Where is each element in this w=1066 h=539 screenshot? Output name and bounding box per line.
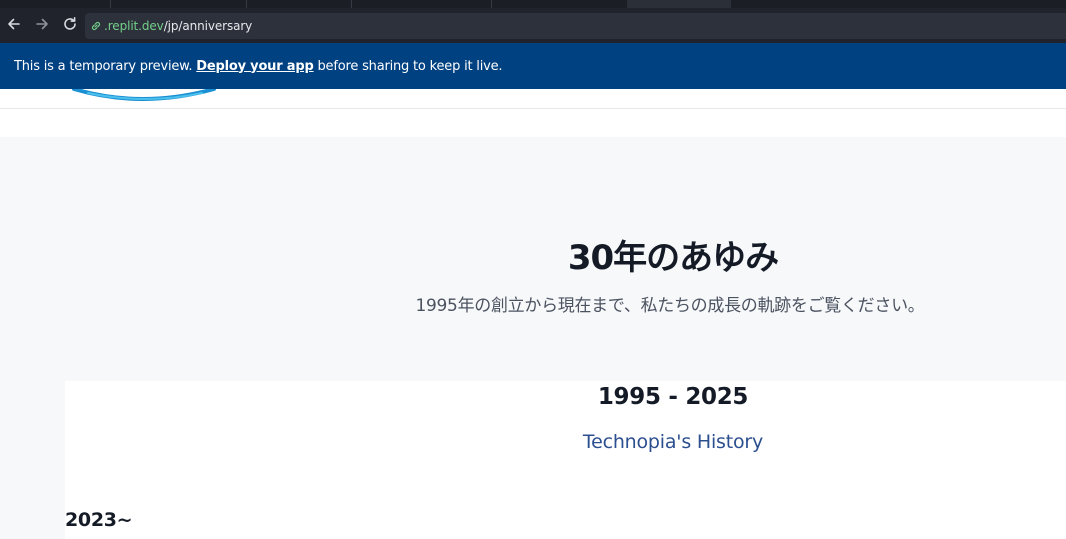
browser-tab[interactable] <box>0 0 111 8</box>
page-subtitle: 1995年の創立から現在まで、私たちの成長の軌跡をご覧ください。 <box>415 296 925 316</box>
reload-icon <box>62 16 78 37</box>
browser-tab-active[interactable] <box>627 0 731 8</box>
forward-button[interactable] <box>31 15 53 37</box>
link-icon <box>90 20 102 32</box>
site-header <box>0 89 1066 109</box>
browser-toolbar: .replit.dev/jp/anniversary <box>0 8 1066 43</box>
back-arrow-icon <box>7 17 21 36</box>
url-path: /jp/anniversary <box>163 19 253 33</box>
deploy-app-link[interactable]: Deploy your app <box>196 59 313 74</box>
back-button[interactable] <box>3 15 25 37</box>
reload-button[interactable] <box>59 15 81 37</box>
history-subtitle: Technopia's History <box>582 431 764 453</box>
preview-banner: This is a temporary preview. Deploy your… <box>0 43 1066 89</box>
browser-tab[interactable] <box>491 0 628 8</box>
banner-message: This is a temporary preview. Deploy your… <box>14 58 503 74</box>
timeline-era-label: 2023~ <box>65 509 133 531</box>
browser-tab-strip <box>0 0 1066 8</box>
company-logo[interactable] <box>70 89 220 106</box>
browser-tab[interactable] <box>110 0 247 8</box>
anniversary-hero: 30年のあゆみ 1995年の創立から現在まで、私たちの成長の軌跡をご覧ください。… <box>0 137 1066 539</box>
address-bar[interactable]: .replit.dev/jp/anniversary <box>85 13 1066 39</box>
page-title: 30年のあゆみ <box>567 238 779 278</box>
history-panel: 1995 - 2025 Technopia's History 2023~ <box>65 381 1066 539</box>
banner-text-before: This is a temporary preview. <box>14 58 197 74</box>
banner-text-after: before sharing to keep it live. <box>313 58 503 74</box>
url-domain: .replit.dev <box>104 19 164 33</box>
forward-arrow-icon <box>35 17 49 36</box>
browser-tab[interactable] <box>246 0 352 8</box>
history-year-range: 1995 - 2025 <box>597 384 749 410</box>
browser-tab[interactable] <box>351 0 492 8</box>
